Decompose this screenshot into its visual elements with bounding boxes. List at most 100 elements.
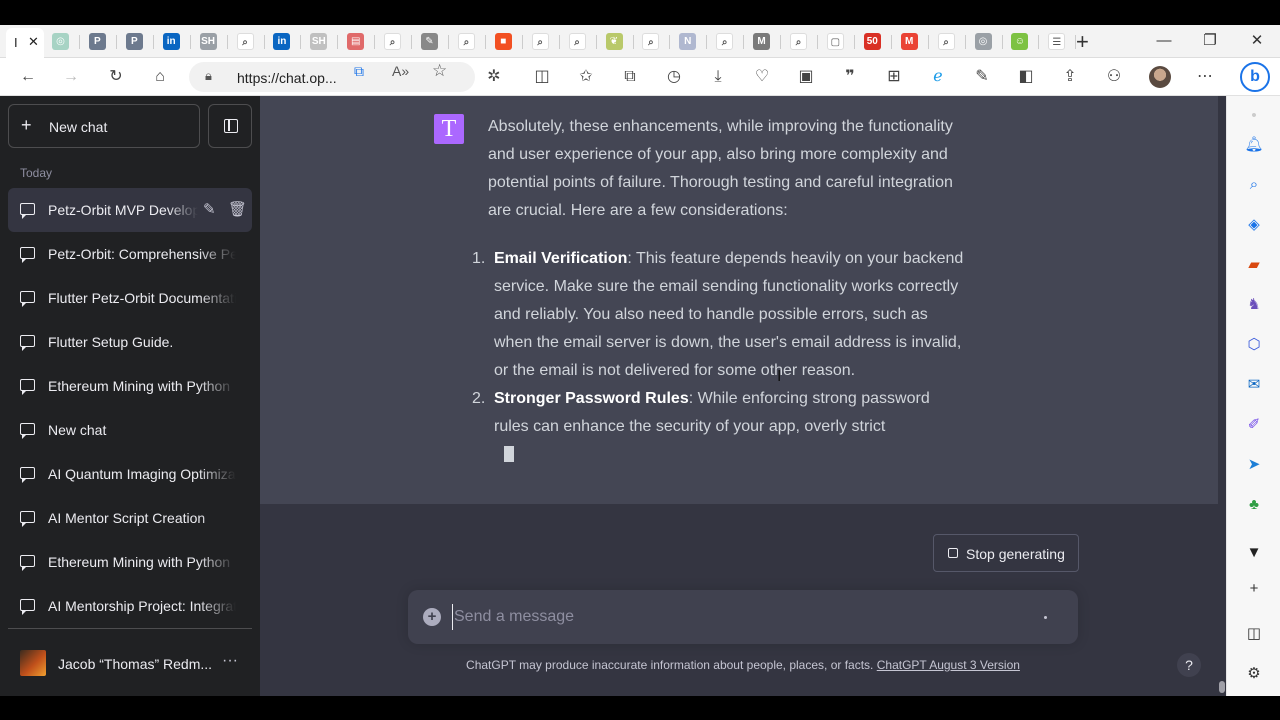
tab-m-icon[interactable]: M	[753, 33, 771, 50]
tab-settings-icon[interactable]: ☰	[1048, 33, 1066, 50]
apps-icon[interactable]: ⊞	[881, 64, 907, 90]
search-icon[interactable]: ⌕	[1244, 175, 1264, 195]
favorite-star-icon[interactable]: ☆	[432, 61, 447, 81]
copilot-extensions-icon[interactable]: ⚇	[1101, 64, 1127, 90]
share-icon[interactable]: ⇪	[1057, 64, 1083, 90]
chat-item[interactable]: Flutter Setup Guide.	[8, 320, 252, 364]
close-tab-icon[interactable]: ✕	[28, 34, 39, 50]
scrollbar-thumb[interactable]	[1219, 681, 1225, 693]
app-available-icon[interactable]: ⧉	[354, 63, 364, 80]
downloads-icon[interactable]: ⤓	[705, 64, 731, 90]
split-screen-icon[interactable]: ◫	[529, 64, 555, 90]
tab-search2-icon[interactable]: ⌕	[384, 33, 402, 50]
new-chat-button[interactable]: + New chat	[8, 104, 200, 148]
tab-gmail-icon[interactable]: M	[900, 33, 918, 50]
lock-icon[interactable]: 🔒︎	[205, 68, 212, 84]
tab-sh2-icon[interactable]: SH	[310, 33, 328, 50]
tab-search5-icon[interactable]: ⌕	[568, 33, 586, 50]
quote-icon[interactable]: ❞	[837, 64, 863, 90]
extensions-icon[interactable]: ✲	[481, 64, 507, 90]
add-plus-icon[interactable]: +	[1244, 579, 1264, 599]
chat-item[interactable]: Ethereum Mining with Python	[8, 364, 252, 408]
attach-plus-icon[interactable]: +	[423, 608, 441, 626]
edit-pencil-icon[interactable]: ✎	[203, 200, 216, 218]
close-sidebar-button[interactable]	[208, 104, 252, 148]
notifications-bell-icon[interactable]: 🔔︎	[1244, 135, 1264, 155]
tab-linkedin2-icon[interactable]: in	[273, 33, 291, 50]
tab-chatgpt-icon[interactable]: ◎	[52, 33, 69, 50]
close-window-button[interactable]: ✕	[1234, 29, 1280, 53]
chat-item[interactable]: Ethereum Mining with Python	[8, 540, 252, 584]
refresh-icon[interactable]: ↻	[103, 64, 129, 90]
bing-chat-icon[interactable]: b	[1240, 62, 1270, 92]
games-chess-icon[interactable]: ♞	[1244, 295, 1264, 315]
tab-linkedin-icon[interactable]: in	[162, 33, 180, 50]
tab-microsoft-icon[interactable]: ■	[494, 33, 512, 50]
tab-openai-icon[interactable]: ◎	[974, 33, 992, 50]
tab-smiley-icon[interactable]: ☺	[1011, 33, 1029, 50]
help-button[interactable]: ?	[1177, 653, 1201, 677]
tab-leaf-icon[interactable]: ❦	[605, 33, 623, 50]
edge-icon[interactable]: ℯ	[925, 64, 951, 90]
more-options-icon[interactable]: ···	[222, 652, 238, 670]
tab-search3-icon[interactable]: ⌕	[457, 33, 475, 50]
stop-generating-button[interactable]: Stop generating	[933, 534, 1079, 572]
more-menu-icon[interactable]: ⋯	[1192, 64, 1218, 90]
scrollbar[interactable]	[1218, 96, 1226, 696]
tab-search6-icon[interactable]: ⌕	[642, 33, 660, 50]
restore-button[interactable]: ❐	[1187, 29, 1233, 53]
tree-icon[interactable]: ♣	[1244, 495, 1264, 515]
tab-search7-icon[interactable]: ⌕	[716, 33, 734, 50]
chat-item[interactable]: Petz-Orbit: Comprehensive Pet Care	[8, 232, 252, 276]
home-icon[interactable]: ⌂	[147, 64, 173, 90]
tab-search4-icon[interactable]: ⌕	[531, 33, 549, 50]
performance-icon[interactable]: ♡	[749, 64, 775, 90]
tools-briefcase-icon[interactable]: ▰	[1244, 255, 1264, 275]
tab-pdf-icon[interactable]: ▤	[347, 33, 365, 50]
trash-icon[interactable]: 🗑︎	[228, 200, 247, 218]
chat-item[interactable]: AI Mentorship Project: Integration	[8, 584, 252, 628]
favorites-icon[interactable]: ✩	[573, 64, 599, 90]
collections-icon[interactable]: ⧉	[617, 64, 643, 90]
tab-search8-icon[interactable]: ⌕	[790, 33, 807, 50]
history-icon[interactable]: ◷	[661, 64, 687, 90]
tab-sh-icon[interactable]: SH	[199, 33, 217, 50]
user-menu-button[interactable]: Jacob “Thomas” Redm... ···	[8, 642, 252, 686]
version-link[interactable]: ChatGPT August 3 Version	[877, 658, 1020, 672]
tab-n-icon[interactable]: N	[679, 33, 697, 50]
tab-p-icon[interactable]: P	[88, 33, 106, 50]
sidebar-toggle-icon[interactable]: ◧	[1013, 64, 1039, 90]
profile-avatar[interactable]	[1149, 66, 1171, 88]
chat-item[interactable]: Petz-Orbit MVP Development ✎ 🗑︎	[8, 188, 252, 232]
chat-item[interactable]: AI Quantum Imaging Optimization	[8, 452, 252, 496]
address-url[interactable]: https://chat.op...	[237, 70, 337, 86]
web-capture-icon[interactable]: ✎	[969, 64, 995, 90]
tab-tools-icon[interactable]: ✎	[421, 33, 438, 50]
active-tab[interactable]: I ✕	[6, 28, 44, 58]
read-aloud-icon[interactable]: A»	[392, 63, 409, 79]
chat-item[interactable]: Flutter Petz-Orbit Documentation	[8, 276, 252, 320]
hide-sidebar-icon[interactable]: ◫	[1244, 624, 1264, 644]
shopping-tag-icon[interactable]: ◈	[1244, 215, 1264, 235]
tab-search-icon[interactable]: ⌕	[236, 33, 254, 50]
tab-calendar-icon[interactable]: ▢	[826, 33, 844, 50]
message-input[interactable]	[452, 604, 1012, 630]
tab-p2-icon[interactable]: P	[125, 33, 143, 50]
math-solver-icon[interactable]: ▣	[793, 64, 819, 90]
chat-bubble-icon	[20, 555, 35, 571]
send-button-icon[interactable]	[1044, 616, 1047, 619]
chat-item[interactable]: New chat	[8, 408, 252, 452]
back-icon[interactable]: ←	[15, 64, 41, 90]
tab-search9-icon[interactable]: ⌕	[937, 33, 955, 50]
send-telegram-icon[interactable]: ➤	[1244, 455, 1264, 475]
minimize-button[interactable]: —	[1141, 29, 1187, 53]
forward-icon[interactable]: →	[58, 64, 84, 90]
chat-item[interactable]: AI Mentor Script Creation	[8, 496, 252, 540]
chevron-down-icon[interactable]: ▼	[1244, 543, 1264, 563]
new-tab-button[interactable]: +	[1076, 29, 1089, 55]
tab-50plus-icon[interactable]: 50	[863, 33, 881, 50]
microsoft365-icon[interactable]: ⬡	[1244, 335, 1264, 355]
outlook-icon[interactable]: ✉	[1244, 375, 1264, 395]
designer-icon[interactable]: ✐	[1244, 415, 1264, 435]
settings-gear-icon[interactable]: ⚙	[1244, 664, 1264, 684]
